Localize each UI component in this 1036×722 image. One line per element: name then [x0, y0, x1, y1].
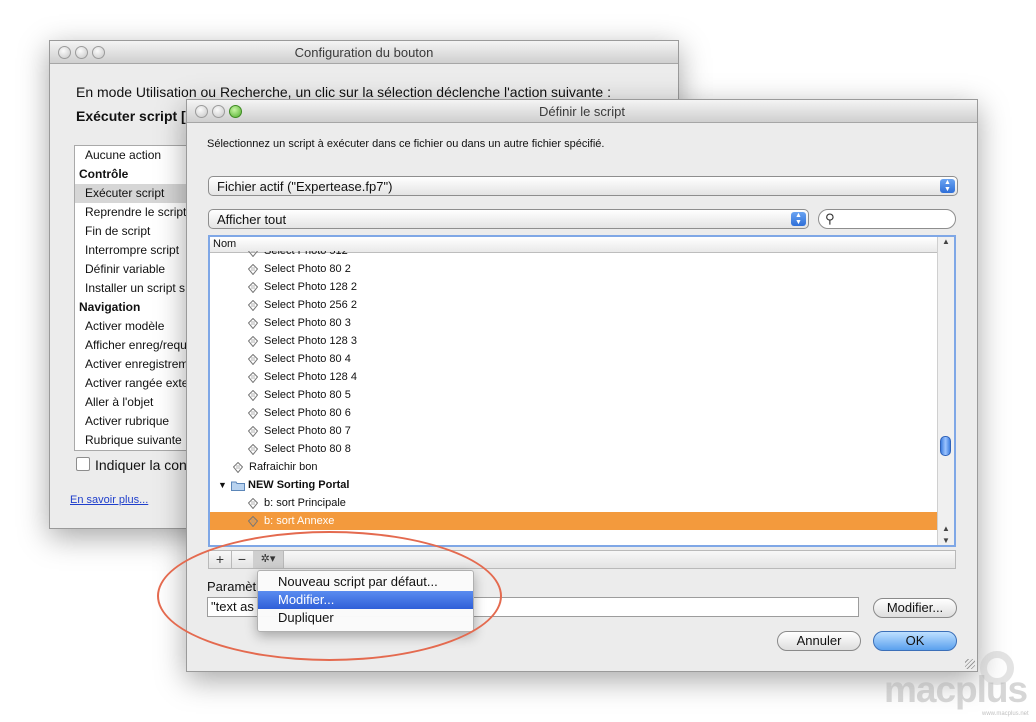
- script-label: Select Photo 80 6: [264, 407, 351, 419]
- dialog-title: Définir le script: [539, 104, 625, 119]
- script-label: b: sort Principale: [264, 497, 346, 509]
- window-title: Configuration du bouton: [294, 45, 434, 60]
- menu-item-modify[interactable]: Modifier...: [258, 591, 473, 609]
- script-icon: [247, 371, 259, 384]
- scroll-up-icon[interactable]: ▲: [941, 237, 951, 246]
- title-bar: Définir le script: [187, 100, 977, 123]
- cancel-button[interactable]: Annuler: [777, 631, 861, 651]
- script-row[interactable]: Select Photo 128 3: [210, 332, 938, 350]
- script-icon: [247, 335, 259, 348]
- help-link[interactable]: En savoir plus...: [70, 494, 148, 506]
- script-label: Select Photo 80 8: [264, 443, 351, 455]
- script-icon: [247, 299, 259, 312]
- script-rows: Select Photo 512 Select Photo 80 2 Select …: [210, 251, 938, 533]
- script-icon: [247, 281, 259, 294]
- script-row[interactable]: Select Photo 80 3: [210, 314, 938, 332]
- remove-script-button[interactable]: −: [231, 551, 254, 568]
- options-checkbox[interactable]: Indiquer la con: [76, 457, 187, 473]
- action-description: En mode Utilisation ou Recherche, un cli…: [76, 84, 611, 100]
- script-label: Rafraichir bon: [249, 461, 318, 473]
- script-label: Select Photo 80 2: [264, 263, 351, 275]
- file-popup[interactable]: Fichier actif ("Expertease.fp7") ▲ ▼: [208, 176, 958, 196]
- script-label: Select Photo 256 2: [264, 299, 357, 311]
- script-label: Select Photo 128 2: [264, 281, 357, 293]
- script-row[interactable]: Select Photo 512: [210, 251, 938, 260]
- script-list[interactable]: Nom Select Photo 512 Select Photo 80 2 Sel…: [208, 235, 956, 547]
- script-row[interactable]: Select Photo 80 7: [210, 422, 938, 440]
- current-action: Exécuter script [": [76, 108, 193, 124]
- script-label: Select Photo 128 3: [264, 335, 357, 347]
- title-bar: Configuration du bouton: [50, 41, 678, 64]
- script-row[interactable]: b: sort Principale: [210, 494, 938, 512]
- vertical-scrollbar[interactable]: ▲ ▲ ▼: [937, 237, 954, 545]
- script-icon: [247, 443, 259, 456]
- file-popup-value: Fichier actif ("Expertease.fp7"): [217, 179, 393, 194]
- parameter-label: Paramèt: [207, 579, 257, 594]
- script-icon: [247, 251, 259, 258]
- script-row[interactable]: Select Photo 80 6: [210, 404, 938, 422]
- script-icon: [247, 515, 259, 528]
- scroll-up-icon[interactable]: ▲: [941, 524, 951, 533]
- script-row[interactable]: Rafraichir bon: [210, 458, 938, 476]
- gear-dropdown-menu: Nouveau script par défaut... Modifier... D…: [257, 570, 474, 632]
- scroll-thumb[interactable]: [940, 436, 951, 456]
- filter-popup[interactable]: Afficher tout ▲ ▼: [208, 209, 809, 229]
- macplus-watermark: macplus www.macplus.net: [884, 651, 1034, 721]
- script-icon: [247, 263, 259, 276]
- script-row[interactable]: Select Photo 128 2: [210, 278, 938, 296]
- script-icon: [247, 389, 259, 402]
- popup-arrows-icon: ▲ ▼: [940, 179, 955, 193]
- script-folder-row[interactable]: ▼ NEW Sorting Portal: [210, 476, 938, 494]
- search-icon: ⚲: [825, 211, 835, 226]
- list-toolbar: + − ✲▾: [208, 550, 956, 569]
- script-label: Select Photo 80 5: [264, 389, 351, 401]
- menu-item-duplicate[interactable]: Dupliquer: [258, 609, 473, 627]
- script-icon: [247, 353, 259, 366]
- script-label: NEW Sorting Portal: [248, 479, 350, 491]
- script-icon: [247, 497, 259, 510]
- script-label: Select Photo 80 3: [264, 317, 351, 329]
- script-label: Select Photo 512: [264, 251, 348, 257]
- menu-item-new-default-script[interactable]: Nouveau script par défaut...: [258, 573, 473, 591]
- script-icon: [232, 461, 244, 474]
- script-row[interactable]: Select Photo 256 2: [210, 296, 938, 314]
- script-icon: [247, 317, 259, 330]
- script-row[interactable]: Select Photo 128 4: [210, 368, 938, 386]
- add-script-button[interactable]: +: [209, 551, 232, 568]
- search-field[interactable]: ⚲: [818, 209, 956, 229]
- folder-icon: [231, 479, 245, 491]
- script-icon: [247, 407, 259, 420]
- gear-menu-button[interactable]: ✲▾: [253, 551, 284, 568]
- script-label: Select Photo 80 7: [264, 425, 351, 437]
- script-row[interactable]: b: sort Annexe: [210, 512, 938, 530]
- checkbox-icon[interactable]: [76, 457, 90, 471]
- script-icon: [247, 425, 259, 438]
- popup-arrows-icon: ▲ ▼: [791, 212, 806, 226]
- script-row[interactable]: Select Photo 80 2: [210, 260, 938, 278]
- script-label: b: sort Annexe: [264, 515, 335, 527]
- instruction-text: Sélectionnez un script à exécuter dans c…: [207, 138, 605, 150]
- watermark-text: macplus: [884, 669, 1028, 710]
- disclosure-triangle-icon[interactable]: ▼: [218, 476, 227, 494]
- script-label: Select Photo 128 4: [264, 371, 357, 383]
- script-row[interactable]: Select Photo 80 5: [210, 386, 938, 404]
- script-row[interactable]: Select Photo 80 8: [210, 440, 938, 458]
- modify-parameter-button[interactable]: Modifier...: [873, 598, 957, 618]
- checkbox-label: Indiquer la con: [95, 457, 187, 473]
- ok-button[interactable]: OK: [873, 631, 957, 651]
- script-label: Select Photo 80 4: [264, 353, 351, 365]
- watermark-url: www.macplus.net: [982, 711, 1029, 717]
- scroll-down-icon[interactable]: ▼: [941, 536, 951, 545]
- filter-popup-value: Afficher tout: [217, 212, 287, 227]
- script-row[interactable]: Select Photo 80 4: [210, 350, 938, 368]
